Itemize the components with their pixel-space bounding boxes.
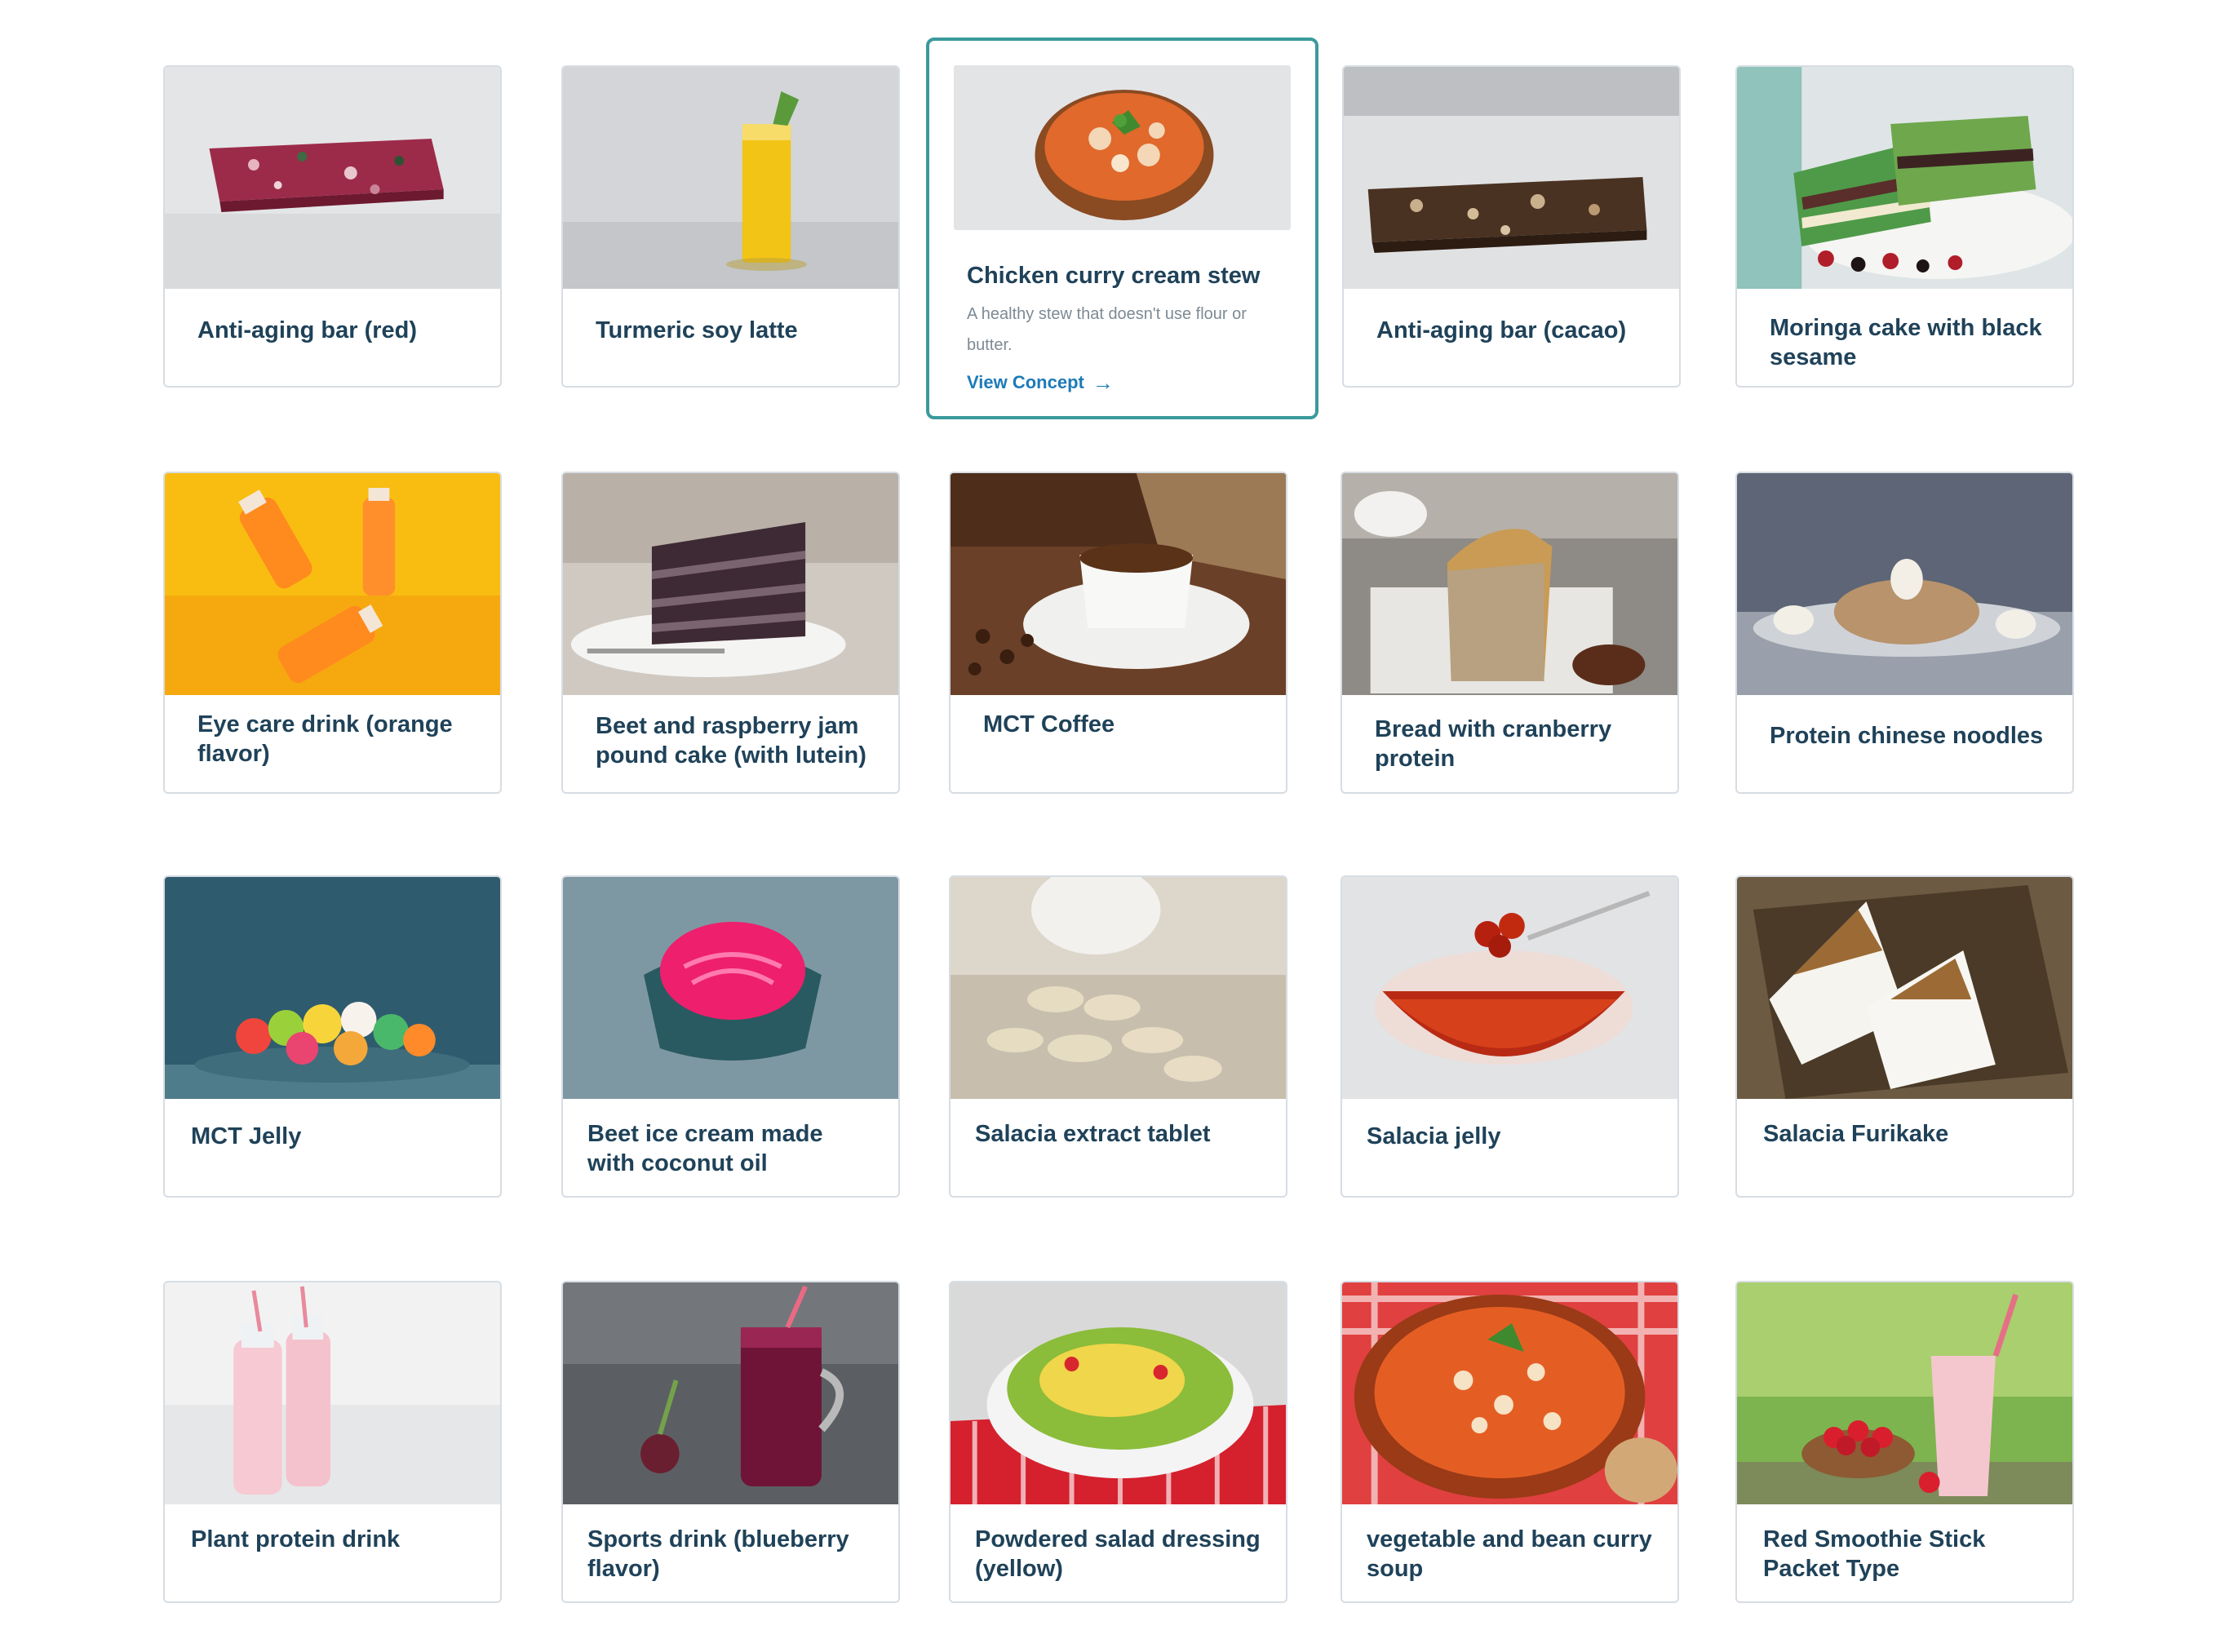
- product-card-eye-care-drink[interactable]: Eye care drink (orange flavor): [163, 472, 502, 794]
- product-card-anti-aging-bar-red[interactable]: Anti-aging bar (red): [163, 65, 502, 388]
- product-card-anti-aging-bar-cacao[interactable]: Anti-aging bar (cacao): [1342, 65, 1681, 388]
- product-title: Sports drink (blueberry flavor): [587, 1526, 849, 1582]
- product-grid: Anti-aging bar (red) Turmeric soy latte: [0, 0, 2229, 1652]
- stew-bowl-image: [954, 65, 1291, 230]
- product-title: Salacia Furikake: [1763, 1121, 1949, 1147]
- product-card-salacia-furikake[interactable]: Salacia Furikake: [1735, 875, 2074, 1198]
- product-title: Bread with cranberry protein: [1375, 716, 1612, 772]
- product-card-chicken-curry-cream-stew[interactable]: Chicken curry cream stew A healthy stew …: [926, 38, 1318, 419]
- product-card-beet-raspberry-cake[interactable]: Beet and raspberry jam pound cake (with …: [561, 472, 900, 794]
- chocolate-cake-slice-image: [563, 473, 898, 695]
- yellow-latte-glass-image: [563, 67, 898, 289]
- product-title: Salacia extract tablet: [975, 1121, 1211, 1147]
- product-title: Salacia jelly: [1367, 1123, 1501, 1149]
- product-card-bean-curry-soup[interactable]: vegetable and bean curry soup: [1341, 1281, 1679, 1603]
- product-card-salacia-tablet[interactable]: Salacia extract tablet: [949, 875, 1287, 1198]
- product-title: Anti-aging bar (cacao): [1376, 317, 1627, 343]
- product-title: Anti-aging bar (red): [197, 317, 418, 343]
- orange-bottles-image: [165, 473, 500, 695]
- product-title: MCT Jelly: [191, 1123, 302, 1149]
- product-title: Beet ice cream made with coconut oil: [587, 1121, 823, 1176]
- noodle-plate-image: [1737, 473, 2072, 695]
- product-card-sports-drink[interactable]: Sports drink (blueberry flavor): [561, 1281, 900, 1603]
- pink-ice-cream-bowl-image: [563, 877, 898, 1099]
- cacao-bar-image: [1344, 67, 1679, 289]
- product-title: Powdered salad dressing (yellow): [975, 1526, 1261, 1582]
- tablets-bottle-image: [951, 877, 1286, 1099]
- product-card-salad-dressing[interactable]: Powdered salad dressing (yellow): [949, 1281, 1287, 1603]
- product-title: Turmeric soy latte: [596, 317, 798, 343]
- product-title: Eye care drink (orange flavor): [197, 711, 453, 767]
- rice-ball-image: [1737, 877, 2072, 1099]
- pound-bread-image: [1342, 473, 1677, 695]
- product-card-moringa-cake[interactable]: Moringa cake with black sesame: [1735, 65, 2074, 388]
- product-title: Plant protein drink: [191, 1526, 401, 1552]
- product-title: MCT Coffee: [983, 711, 1115, 737]
- product-title: vegetable and bean curry soup: [1367, 1526, 1652, 1582]
- product-card-mct-coffee[interactable]: MCT Coffee: [949, 472, 1287, 794]
- gummy-candies-image: [165, 877, 500, 1099]
- bean-soup-pot-image: [1342, 1282, 1677, 1504]
- product-card-protein-noodles[interactable]: Protein chinese noodles: [1735, 472, 2074, 794]
- coffee-cup-image: [951, 473, 1286, 695]
- product-card-mct-jelly[interactable]: MCT Jelly: [163, 875, 502, 1198]
- jelly-bowl-image: [1342, 877, 1677, 1099]
- product-card-beet-ice-cream[interactable]: Beet ice cream made with coconut oil: [561, 875, 900, 1198]
- strawberry-smoothie-image: [1737, 1282, 2072, 1504]
- product-title: Chicken curry cream stew: [967, 263, 1261, 289]
- view-concept-link[interactable]: View Concept →: [967, 372, 1114, 393]
- product-description: A healthy stew that doesn't use flour or…: [967, 305, 1247, 354]
- view-concept-label: View Concept: [967, 372, 1084, 392]
- salad-bowl-image: [951, 1282, 1286, 1504]
- product-title: Red Smoothie Stick Packet Type: [1763, 1526, 1986, 1582]
- product-title: Protein chinese noodles: [1770, 723, 2044, 749]
- product-card-plant-protein-drink[interactable]: Plant protein drink: [163, 1281, 502, 1603]
- green-layer-cake-image: [1737, 67, 2072, 289]
- product-title: Beet and raspberry jam pound cake (with …: [596, 713, 866, 768]
- product-card-turmeric-soy-latte[interactable]: Turmeric soy latte: [561, 65, 900, 388]
- product-card-bread-cranberry[interactable]: Bread with cranberry protein: [1341, 472, 1679, 794]
- red-bar-image: [165, 67, 500, 289]
- pink-milk-bottles-image: [165, 1282, 500, 1504]
- berry-drink-jar-image: [563, 1282, 898, 1504]
- product-card-red-smoothie[interactable]: Red Smoothie Stick Packet Type: [1735, 1281, 2074, 1603]
- product-card-salacia-jelly[interactable]: Salacia jelly: [1341, 875, 1679, 1198]
- product-title: Moringa cake with black sesame: [1770, 315, 2042, 370]
- arrow-right-icon: →: [1092, 370, 1114, 395]
